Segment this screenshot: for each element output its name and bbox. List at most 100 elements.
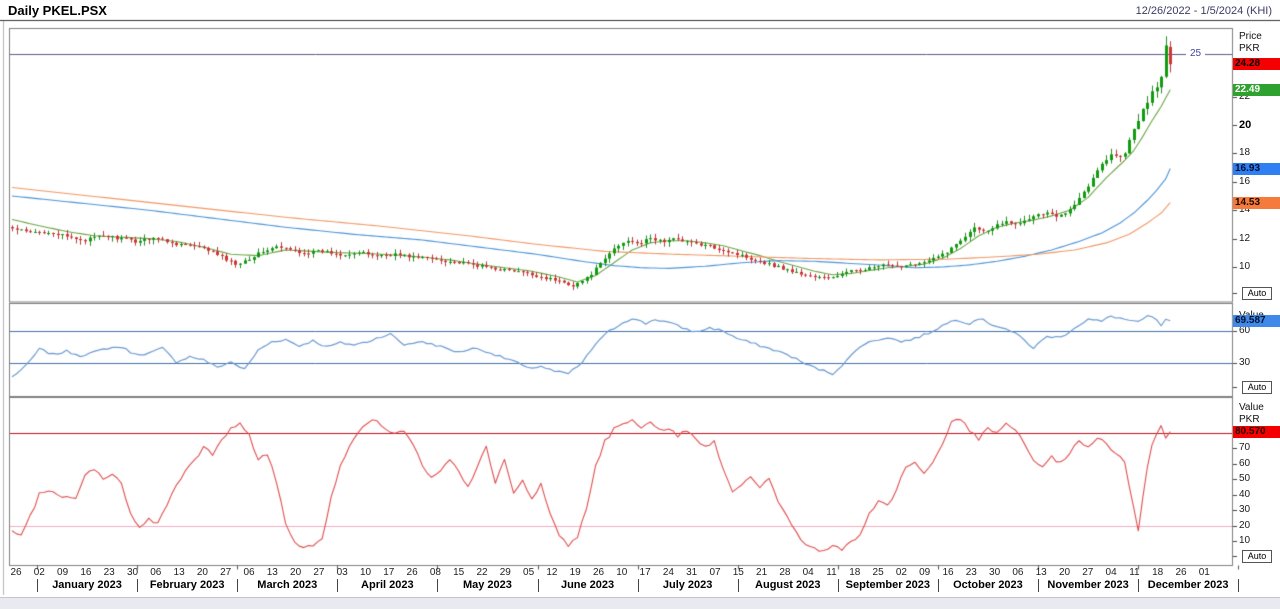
price-tick-20: 20 bbox=[1239, 120, 1251, 130]
x-axis-day-label: 08 bbox=[430, 568, 441, 578]
x-axis-month-label: March 2023 bbox=[257, 579, 317, 591]
x-axis-day-label: 09 bbox=[919, 568, 930, 578]
x-axis-day-label: 27 bbox=[220, 568, 231, 578]
osc-tick-70: 70 bbox=[1239, 443, 1250, 453]
x-axis-month-label: June 2023 bbox=[561, 579, 614, 591]
x-axis-day-label: 13 bbox=[1036, 568, 1047, 578]
month-separator bbox=[938, 579, 939, 592]
ma-mid-badge: 16.93 bbox=[1233, 163, 1280, 175]
x-axis-day-label: 15 bbox=[453, 568, 464, 578]
x-axis-day-label: 18 bbox=[1152, 568, 1163, 578]
x-axis-day-label: 01 bbox=[1199, 568, 1210, 578]
x-axis-month-label: August 2023 bbox=[755, 579, 820, 591]
x-axis-day-label: 26 bbox=[1175, 568, 1186, 578]
x-axis-day-label: 03 bbox=[337, 568, 348, 578]
price-tick-12: 12 bbox=[1239, 234, 1250, 244]
last-price-badge: 24.28 bbox=[1233, 58, 1280, 70]
x-axis-day-label: 06 bbox=[150, 568, 161, 578]
x-axis-day-label: 09 bbox=[57, 568, 68, 578]
x-axis-month-label: October 2023 bbox=[953, 579, 1023, 591]
x-axis-day-label: 20 bbox=[197, 568, 208, 578]
x-axis-day-label: 04 bbox=[1106, 568, 1117, 578]
x-axis-day-label: 12 bbox=[546, 568, 557, 578]
osc-panel-plot[interactable] bbox=[10, 398, 1232, 565]
rsi-tick-30: 30 bbox=[1239, 358, 1250, 368]
osc-tick-60: 60 bbox=[1239, 459, 1250, 469]
osc-tick-40: 40 bbox=[1239, 490, 1250, 500]
ma-fast-badge: 22.49 bbox=[1233, 84, 1280, 96]
x-axis-day-label: 17 bbox=[383, 568, 394, 578]
x-axis-day-label: 06 bbox=[1012, 568, 1023, 578]
x-axis-day-label: 04 bbox=[803, 568, 814, 578]
x-axis-day-label: 07 bbox=[709, 568, 720, 578]
osc-tick-20: 20 bbox=[1239, 521, 1250, 531]
x-axis-day-label: 11 bbox=[1129, 568, 1139, 578]
month-separator bbox=[437, 579, 438, 592]
month-separator bbox=[37, 579, 38, 592]
x-axis-day-label: 23 bbox=[966, 568, 977, 578]
x-axis-month-label: January 2023 bbox=[52, 579, 122, 591]
x-axis-day-label: 16 bbox=[80, 568, 91, 578]
month-separator bbox=[638, 579, 639, 592]
x-axis-day-label: 27 bbox=[313, 568, 324, 578]
month-separator bbox=[738, 579, 739, 592]
osc-axis-unit: PKR bbox=[1239, 414, 1260, 425]
x-axis-day-label: 25 bbox=[873, 568, 884, 578]
x-axis-day-label: 02 bbox=[34, 568, 45, 578]
osc-tick-30: 30 bbox=[1239, 505, 1250, 515]
x-axis-day-label: 17 bbox=[640, 568, 651, 578]
osc-tick-50: 50 bbox=[1239, 474, 1250, 484]
x-axis-day-label: 10 bbox=[360, 568, 371, 578]
x-axis-day-label: 28 bbox=[779, 568, 790, 578]
x-axis-day-label: 11 bbox=[826, 568, 836, 578]
price-tick-10: 10 bbox=[1239, 262, 1250, 272]
x-axis-month-label: May 2023 bbox=[463, 579, 512, 591]
month-separator bbox=[137, 579, 138, 592]
month-separator bbox=[337, 579, 338, 592]
month-separator bbox=[237, 579, 238, 592]
x-axis-day-label: 20 bbox=[1059, 568, 1070, 578]
x-axis-day-label: 10 bbox=[616, 568, 627, 578]
autoscale-button-osc[interactable]: Auto bbox=[1242, 550, 1272, 563]
x-axis-day-label: 20 bbox=[290, 568, 301, 578]
x-axis-month-label: December 2023 bbox=[1148, 579, 1229, 591]
x-axis-day-label: 19 bbox=[570, 568, 581, 578]
price-panel-plot[interactable] bbox=[10, 29, 1232, 302]
x-axis-day-label: 23 bbox=[104, 568, 115, 578]
x-axis-day-label: 22 bbox=[476, 568, 487, 578]
month-separator bbox=[1138, 579, 1139, 592]
chart-title: Daily PKEL.PSX bbox=[8, 3, 107, 18]
month-separator bbox=[838, 579, 839, 592]
x-axis-day-label: 26 bbox=[10, 568, 21, 578]
date-range-label: 12/26/2022 - 1/5/2024 (KHI) bbox=[1136, 5, 1272, 17]
bottom-scroll-area[interactable] bbox=[0, 597, 1280, 609]
x-axis-day-label: 13 bbox=[267, 568, 278, 578]
month-separator bbox=[1038, 579, 1039, 592]
x-axis-day-label: 26 bbox=[593, 568, 604, 578]
x-axis-month-label: July 2023 bbox=[663, 579, 713, 591]
osc-axis-title: Value bbox=[1239, 402, 1264, 413]
x-axis-day-label: 18 bbox=[849, 568, 860, 578]
price-tick-18: 18 bbox=[1239, 148, 1250, 158]
autoscale-button-price[interactable]: Auto bbox=[1242, 287, 1272, 300]
x-axis-day-label: 06 bbox=[243, 568, 254, 578]
x-axis-day-label: 16 bbox=[942, 568, 953, 578]
ma-slow-badge: 14.53 bbox=[1233, 197, 1280, 209]
x-axis-day-label: 30 bbox=[989, 568, 1000, 578]
x-axis-month-label: April 2023 bbox=[361, 579, 414, 591]
osc-tick-10: 10 bbox=[1239, 536, 1250, 546]
chart-window: Daily PKEL.PSX 12/26/2022 - 1/5/2024 (KH… bbox=[0, 0, 1280, 609]
price-axis-title: Price bbox=[1239, 31, 1262, 42]
x-axis-month-label: September 2023 bbox=[846, 579, 930, 591]
price-tick-16: 16 bbox=[1239, 177, 1250, 187]
rsi-panel-plot[interactable] bbox=[10, 304, 1232, 396]
x-axis-day-label: 26 bbox=[407, 568, 418, 578]
x-axis-day-label: 21 bbox=[756, 568, 767, 578]
price-axis-unit: PKR bbox=[1239, 43, 1260, 54]
x-axis-month-label: February 2023 bbox=[150, 579, 225, 591]
autoscale-button-rsi[interactable]: Auto bbox=[1242, 381, 1272, 394]
x-axis-day-label: 27 bbox=[1082, 568, 1093, 578]
x-axis-day-label: 29 bbox=[500, 568, 511, 578]
osc-value-badge: 80.570 bbox=[1233, 426, 1280, 438]
month-separator bbox=[538, 579, 539, 592]
